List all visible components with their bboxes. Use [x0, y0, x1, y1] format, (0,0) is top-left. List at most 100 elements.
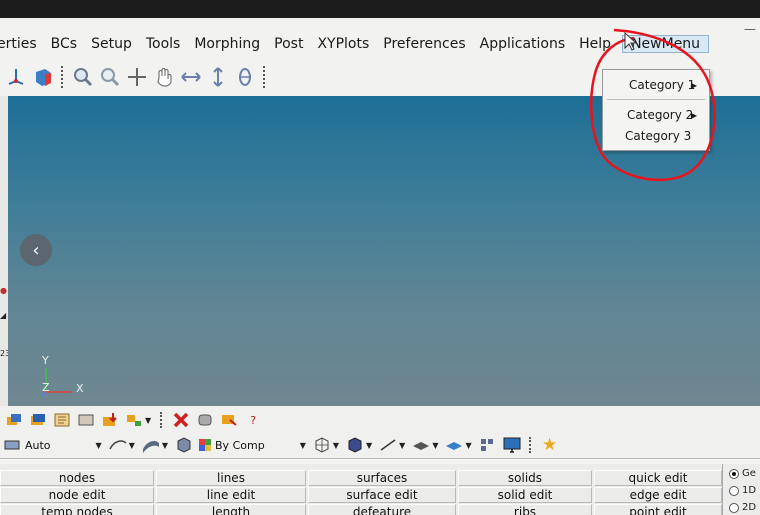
auto-icon — [4, 440, 20, 450]
menu-bcs[interactable]: BCs — [44, 36, 84, 52]
elements-icon[interactable] — [478, 435, 498, 455]
import-icon[interactable] — [100, 410, 120, 430]
panel-button-quick-edit[interactable]: quick edit — [594, 470, 722, 486]
chevron-down-icon[interactable]: ▼ — [366, 441, 372, 450]
menu-tools[interactable]: Tools — [139, 36, 188, 52]
auto-selector-label: Auto — [25, 438, 51, 452]
page-radio-group: Ge 1D 2D 3D — [722, 464, 760, 515]
zoom-icon[interactable] — [98, 65, 122, 89]
dropdown-separator — [607, 99, 705, 100]
wireframe-shape-icon[interactable] — [108, 435, 128, 455]
collapse-panel-button[interactable]: ‹ — [20, 234, 52, 266]
auto-selector[interactable]: Auto — [4, 438, 51, 452]
panel-button-defeature[interactable]: defeature — [308, 504, 456, 515]
dropdown-item-category-3[interactable]: Category 3 — [603, 125, 709, 147]
radio-2d[interactable]: 2D — [729, 502, 756, 513]
zoom-window-icon[interactable] — [71, 65, 95, 89]
panel-button-ribs[interactable]: ribs — [458, 504, 592, 515]
shaded-shape-icon[interactable] — [141, 435, 161, 455]
left-tool-strip: ● ◢ 23 — [0, 96, 10, 406]
solid-cube-icon[interactable] — [345, 435, 365, 455]
menu-setup[interactable]: Setup — [84, 36, 139, 52]
axis-x-label: X — [76, 382, 84, 395]
chevron-down-icon[interactable]: ▼ — [300, 441, 306, 450]
panel-button-solids[interactable]: solids — [458, 470, 592, 486]
panel-button-lines[interactable]: lines — [156, 470, 306, 486]
radio-dot — [729, 468, 739, 479]
menu-bar: erties BCs Setup Tools Morphing Post XYP… — [0, 32, 760, 56]
panel-button-surface-edit[interactable]: surface edit — [308, 487, 456, 503]
horizontal-arrows-icon[interactable] — [179, 65, 203, 89]
move-icon[interactable] — [125, 65, 149, 89]
radio-geom[interactable]: Ge — [729, 468, 756, 479]
axis-triad-icon[interactable] — [4, 65, 28, 89]
menu-morphing[interactable]: Morphing — [187, 36, 267, 52]
view-cube-icon[interactable] — [31, 65, 55, 89]
chevron-down-icon[interactable]: ▼ — [399, 441, 405, 450]
panel-button-point-edit[interactable]: point edit — [594, 504, 722, 515]
chevron-down-icon[interactable]: ▼ — [162, 441, 168, 450]
dropdown-item-category-1[interactable]: Category 1 ▶ — [603, 74, 709, 96]
panel-button-line-edit[interactable]: line edit — [156, 487, 306, 503]
pan-hand-icon[interactable] — [152, 65, 176, 89]
panel-button-surfaces[interactable]: surfaces — [308, 470, 456, 486]
plane-icon[interactable] — [444, 435, 464, 455]
line-icon[interactable] — [378, 435, 398, 455]
chevron-down-icon[interactable]: ▼ — [465, 441, 471, 450]
radio-label: 1D — [742, 485, 757, 496]
star-icon[interactable]: ★ — [540, 435, 560, 455]
chevron-down-icon[interactable]: ▼ — [145, 416, 151, 425]
rotate-icon[interactable] — [233, 65, 257, 89]
menu-properties[interactable]: erties — [0, 36, 44, 52]
panel-button-solid-edit[interactable]: solid edit — [458, 487, 592, 503]
surface-icon[interactable] — [411, 435, 431, 455]
radio-dot — [729, 485, 739, 496]
find-icon[interactable] — [219, 410, 239, 430]
menu-help[interactable]: Help — [572, 36, 618, 52]
cube-shaded-icon[interactable] — [174, 435, 194, 455]
organize-icon[interactable] — [124, 410, 144, 430]
by-comp-selector[interactable]: By Comp — [198, 438, 265, 452]
mask-icon[interactable] — [195, 410, 215, 430]
dropdown-item-category-2[interactable]: Category 2 ▶ — [603, 104, 709, 126]
chevron-down-icon[interactable]: ▼ — [129, 441, 135, 450]
panel-button-node-edit[interactable]: node edit — [0, 487, 154, 503]
menu-post[interactable]: Post — [267, 36, 310, 52]
property-icon[interactable] — [76, 410, 96, 430]
panel-button-nodes[interactable]: nodes — [0, 470, 154, 486]
chevron-down-icon[interactable]: ▼ — [96, 441, 102, 450]
submenu-arrow-icon: ▶ — [690, 110, 697, 120]
axis-y-label: Y — [42, 354, 49, 367]
panel-button-length[interactable]: length — [156, 504, 306, 515]
menu-applications[interactable]: Applications — [473, 36, 573, 52]
view-toolbar — [0, 62, 604, 92]
toolbar-separator — [263, 66, 267, 88]
radio-dot — [729, 502, 739, 513]
radio-1d[interactable]: 1D — [729, 485, 756, 496]
axis-z-label: Z — [42, 381, 50, 394]
question-mark-label: ? — [250, 413, 257, 427]
menu-preferences[interactable]: Preferences — [376, 36, 472, 52]
geometry-panel: nodes node edit temp nodes distance line… — [0, 464, 760, 515]
assembly-icon[interactable] — [28, 410, 48, 430]
dropdown-item-label: Category 1 — [629, 78, 696, 92]
chevron-left-icon: ‹ — [32, 239, 40, 261]
newmenu-dropdown: Category 1 ▶ Category 2 ▶ Category 3 — [602, 69, 710, 151]
component-icon[interactable] — [4, 410, 24, 430]
help-query-icon[interactable]: ? — [243, 410, 263, 430]
vertical-arrows-icon[interactable] — [206, 65, 230, 89]
mesh-cube-icon[interactable] — [312, 435, 332, 455]
left-tool-icon[interactable]: ◢ — [0, 311, 6, 320]
delete-icon[interactable] — [171, 410, 191, 430]
monitor-icon[interactable] — [502, 435, 522, 455]
chevron-down-icon[interactable]: ▼ — [432, 441, 438, 450]
material-icon[interactable] — [52, 410, 72, 430]
menu-xyplots[interactable]: XYPlots — [310, 36, 376, 52]
chevron-down-icon[interactable]: ▼ — [333, 441, 339, 450]
left-tool-icon[interactable]: ● — [0, 286, 7, 295]
panel-button-edge-edit[interactable]: edge edit — [594, 487, 722, 503]
toolbar-separator — [61, 66, 65, 88]
panel-button-temp-nodes[interactable]: temp nodes — [0, 504, 154, 515]
mouse-cursor-icon — [624, 32, 638, 51]
axis-triad: Y X Z — [38, 354, 98, 399]
